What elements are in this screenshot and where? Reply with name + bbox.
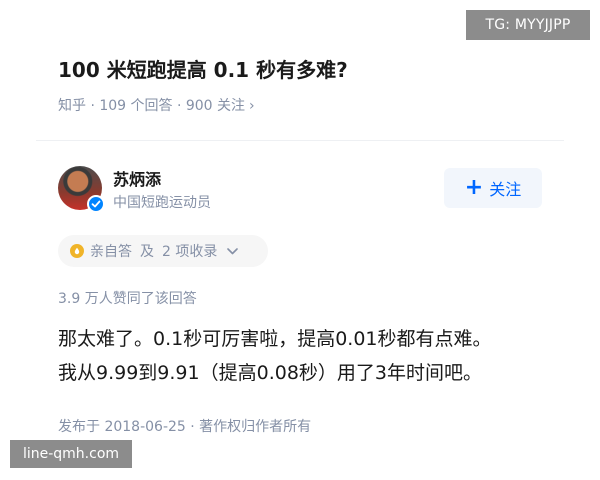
verified-badge-icon bbox=[87, 195, 105, 213]
question-title[interactable]: 100 米短跑提高 0.1 秒有多难? bbox=[58, 54, 558, 83]
plus-icon: + bbox=[464, 175, 484, 200]
coin-icon bbox=[70, 244, 84, 258]
likes-count[interactable]: 3.9 万人赞同了该回答 bbox=[58, 288, 197, 308]
collection-count: 2 项收录 bbox=[162, 244, 218, 260]
drop-icon bbox=[74, 247, 80, 255]
chevron-down-svg bbox=[227, 248, 239, 255]
author-bio: 中国短跑运动员 bbox=[113, 195, 211, 211]
checkmark-icon bbox=[91, 200, 101, 208]
collection-separator: 及 bbox=[140, 244, 154, 260]
divider bbox=[36, 140, 564, 141]
collection-chip[interactable]: 亲自答 及 2 项收录 bbox=[58, 235, 268, 267]
answer-line: 那太难了。0.1秒可厉害啦，提高0.01秒都有点难。 bbox=[58, 328, 492, 350]
follow-button[interactable]: + 关注 bbox=[444, 168, 542, 208]
self-answer-label: 亲自答 bbox=[90, 244, 132, 260]
author-name[interactable]: 苏炳添 bbox=[113, 166, 161, 190]
watermark-bottom: line-qmh.com bbox=[10, 440, 132, 468]
publish-info: 发布于 2018-06-25 · 著作权归作者所有 bbox=[58, 419, 312, 435]
answer-body: 那太难了。0.1秒可厉害啦，提高0.01秒都有点难。 我从9.99到9.91（提… bbox=[58, 322, 558, 390]
question-meta[interactable]: 知乎 · 109 个回答 · 900 关注 › bbox=[58, 95, 255, 115]
follow-button-label: 关注 bbox=[489, 180, 522, 199]
chevron-right-icon: › bbox=[249, 98, 255, 114]
chevron-down-icon bbox=[227, 243, 239, 259]
avatar[interactable] bbox=[58, 166, 105, 213]
question-meta-text: 知乎 · 109 个回答 · 900 关注 bbox=[58, 98, 246, 114]
answer-line: 我从9.99到9.91（提高0.08秒）用了3年时间吧。 bbox=[58, 362, 483, 384]
watermark-top: TG: MYYJJPP bbox=[466, 10, 590, 40]
